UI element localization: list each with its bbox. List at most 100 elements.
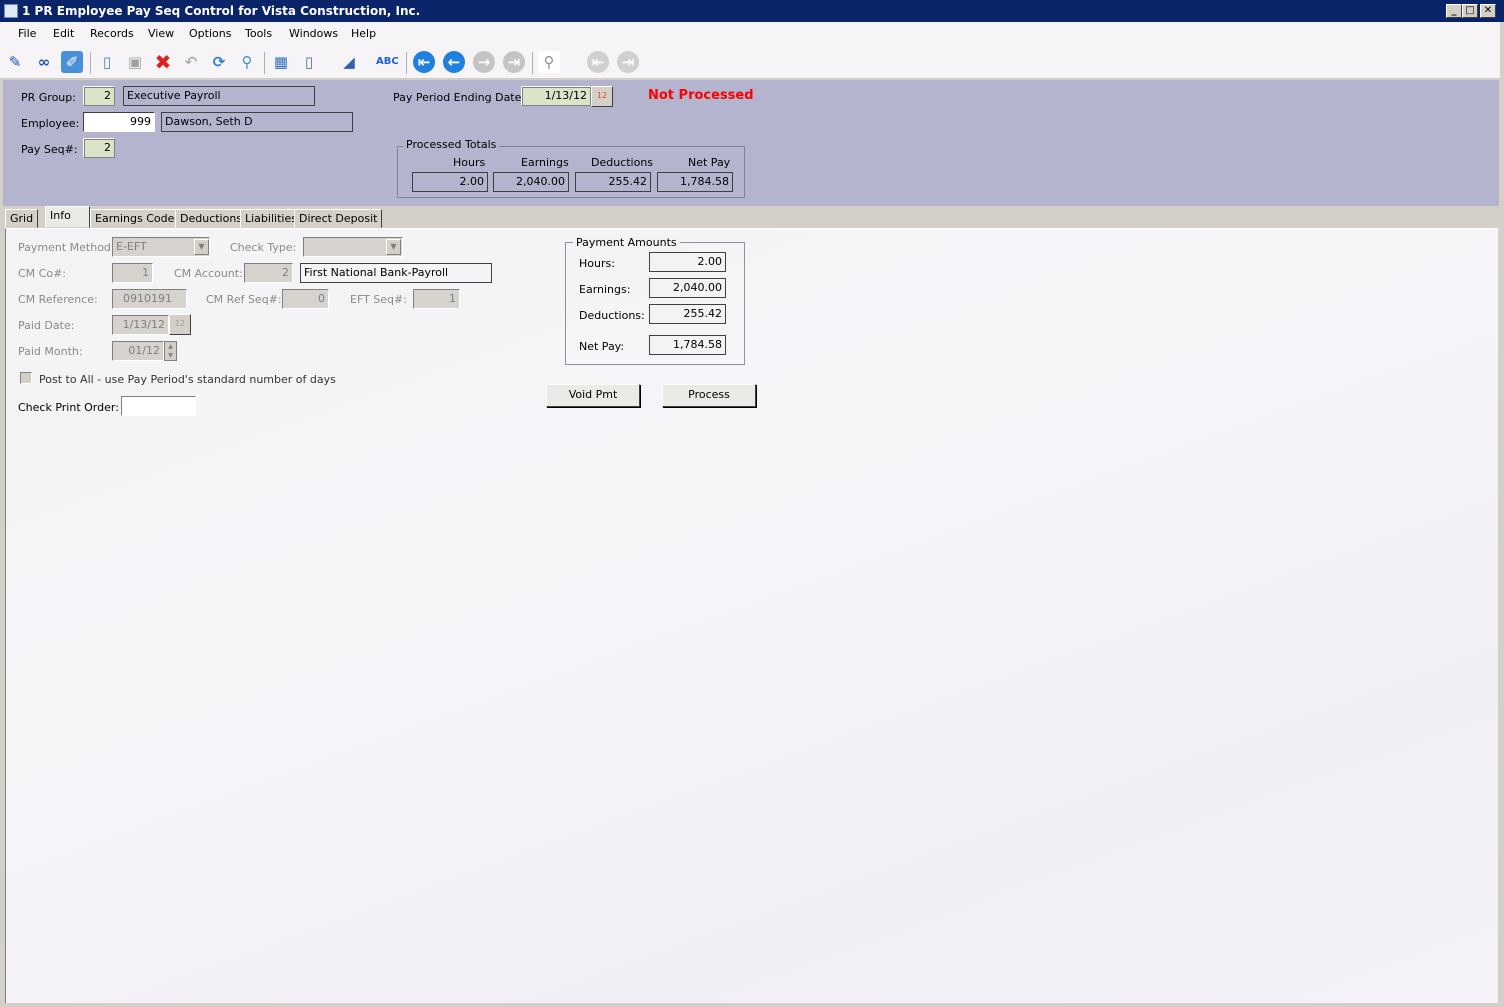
menu-view[interactable]: View (148, 27, 174, 40)
attach-icon[interactable]: ▯ (298, 51, 320, 73)
tab-bar: Grid Info Earnings Codes Deductions Liab… (3, 206, 1499, 228)
cm-reference-input[interactable]: 0910191 (112, 289, 187, 309)
status-text: Not Processed (648, 88, 754, 103)
deductions-header: Deductions (591, 156, 654, 169)
undo-icon[interactable]: ↶ (180, 51, 202, 73)
check-print-order-input[interactable] (121, 396, 196, 416)
paid-month-input[interactable]: 01/12 (112, 341, 164, 361)
total-deductions: 255.42 (575, 172, 651, 192)
app-icon (4, 4, 18, 18)
menu-file[interactable]: File (18, 27, 36, 40)
menu-edit[interactable]: Edit (53, 27, 74, 40)
maximize-button[interactable]: □ (1462, 4, 1478, 18)
employee-input[interactable]: 999 (83, 112, 155, 132)
pa-earnings-label: Earnings: (579, 283, 631, 296)
cm-co-label: CM Co#: (18, 267, 67, 280)
info-panel: Payment Method: E-EFT ▼ Check Type: ▼ CM… (5, 228, 1498, 1003)
find-icon[interactable]: ∞ (33, 51, 55, 73)
payment-method-value: E-EFT (116, 240, 147, 253)
menu-tools[interactable]: Tools (245, 27, 272, 40)
cm-account-label: CM Account: (174, 267, 243, 280)
calendar-icon[interactable]: 12 (169, 314, 191, 335)
total-netpay: 1,784.58 (657, 172, 733, 192)
cm-co-input[interactable]: 1 (112, 263, 153, 283)
process-button[interactable]: Process (662, 384, 756, 407)
check-print-order-label: Check Print Order: (18, 401, 119, 414)
pa-netpay-label: Net Pay: (579, 340, 625, 353)
pa-netpay: 1,784.58 (649, 335, 726, 355)
pa-deductions: 255.42 (649, 304, 726, 324)
pay-seq-input[interactable]: 2 (83, 138, 115, 158)
pa-hours-label: Hours: (579, 257, 615, 270)
paid-month-label: Paid Month: (18, 345, 83, 358)
payment-method-label: Payment Method: (18, 241, 115, 254)
post-to-all-checkbox[interactable] (20, 372, 32, 384)
toolbar: ✎ ∞ ✐ ▯ ▣ ✖ ↶ ⟳ ⚲ ▦ ▯ ◢ ABC ⇤ ← → ⇥ ⚲ ⇤ … (0, 46, 1500, 79)
report-icon[interactable]: ⚲ (538, 51, 560, 73)
check-type-label: Check Type: (230, 241, 297, 254)
menu-windows[interactable]: Windows (289, 27, 338, 40)
total-earnings: 2,040.00 (493, 172, 569, 192)
scan-icon[interactable]: ◢ (338, 51, 360, 73)
previous-record-icon[interactable]: ← (443, 51, 465, 73)
tab-grid[interactable]: Grid (5, 209, 39, 228)
calendar-icon[interactable]: 12 (591, 86, 613, 107)
menu-bar: File Edit Records View Options Tools Win… (0, 22, 1500, 46)
pr-group-name: Executive Payroll (123, 86, 315, 106)
close-button[interactable]: ✕ (1480, 4, 1496, 18)
chevron-down-icon[interactable]: ▼ (194, 239, 209, 255)
earnings-header: Earnings (521, 156, 569, 169)
pay-period-input[interactable]: 1/13/12 (521, 86, 591, 106)
tab-earnings-codes[interactable]: Earnings Codes (90, 209, 186, 228)
first-record-icon[interactable]: ⇤ (413, 51, 435, 73)
netpay-header: Net Pay (688, 156, 731, 169)
chevron-down-icon[interactable]: ▼ (386, 239, 401, 255)
cm-ref-seq-input[interactable]: 0 (282, 289, 329, 309)
save-icon[interactable]: ▣ (124, 51, 146, 73)
last-icon[interactable]: ⇥ (617, 51, 639, 73)
minimize-button[interactable]: _ (1446, 4, 1462, 18)
cm-reference-label: CM Reference: (18, 293, 98, 306)
post-to-all-label: Post to All - use Pay Period's standard … (39, 373, 336, 386)
void-pmt-button[interactable]: Void Pmt (546, 384, 640, 407)
separator (406, 52, 407, 74)
next-record-icon[interactable]: → (473, 51, 495, 73)
separator (264, 52, 265, 74)
processed-totals-title: Processed Totals (403, 138, 500, 151)
first-icon[interactable]: ⇤ (587, 51, 609, 73)
paid-date-input[interactable]: 1/13/12 (112, 315, 169, 335)
menu-help[interactable]: Help (351, 27, 376, 40)
tab-deductions[interactable]: Deductions (175, 209, 248, 228)
tab-liabilities[interactable]: Liabilities (240, 209, 302, 228)
cm-account-input[interactable]: 2 (244, 263, 293, 283)
cm-account-name: First National Bank-Payroll (300, 263, 492, 283)
pay-period-label: Pay Period Ending Date: (393, 91, 526, 104)
last-record-icon[interactable]: ⇥ (503, 51, 525, 73)
clipboard-icon[interactable]: ✐ (61, 51, 83, 73)
calculator-icon[interactable]: ▦ (270, 51, 292, 73)
employee-name: Dawson, Seth D (161, 112, 353, 132)
separator (90, 52, 91, 74)
pay-seq-label: Pay Seq#: (21, 143, 78, 156)
pr-group-input[interactable]: 2 (83, 86, 115, 106)
new-icon[interactable]: ▯ (96, 51, 118, 73)
spinner-icon[interactable]: ▲ ▼ (164, 341, 177, 361)
tab-direct-deposit[interactable]: Direct Deposit (294, 209, 383, 228)
employee-label: Employee: (21, 117, 80, 130)
refresh-icon[interactable]: ⟳ (208, 51, 230, 73)
header-panel: PR Group: 2 Executive Payroll Employee: … (3, 80, 1499, 206)
delete-icon[interactable]: ✖ (152, 51, 174, 73)
menu-records[interactable]: Records (90, 27, 134, 40)
hours-header: Hours (453, 156, 486, 169)
spellcheck-icon[interactable]: ABC (376, 51, 399, 73)
title-bar: 1 PR Employee Pay Seq Control for Vista … (0, 0, 1504, 22)
eft-seq-input[interactable]: 1 (413, 289, 460, 309)
menu-options[interactable]: Options (189, 27, 231, 40)
pa-hours: 2.00 (649, 252, 726, 272)
eft-seq-label: EFT Seq#: (350, 293, 407, 306)
total-hours: 2.00 (412, 172, 488, 192)
edit-icon[interactable]: ✎ (4, 51, 26, 73)
search-icon[interactable]: ⚲ (236, 51, 258, 73)
tab-info[interactable]: Info (45, 206, 90, 228)
payment-amounts-title: Payment Amounts (573, 236, 680, 249)
